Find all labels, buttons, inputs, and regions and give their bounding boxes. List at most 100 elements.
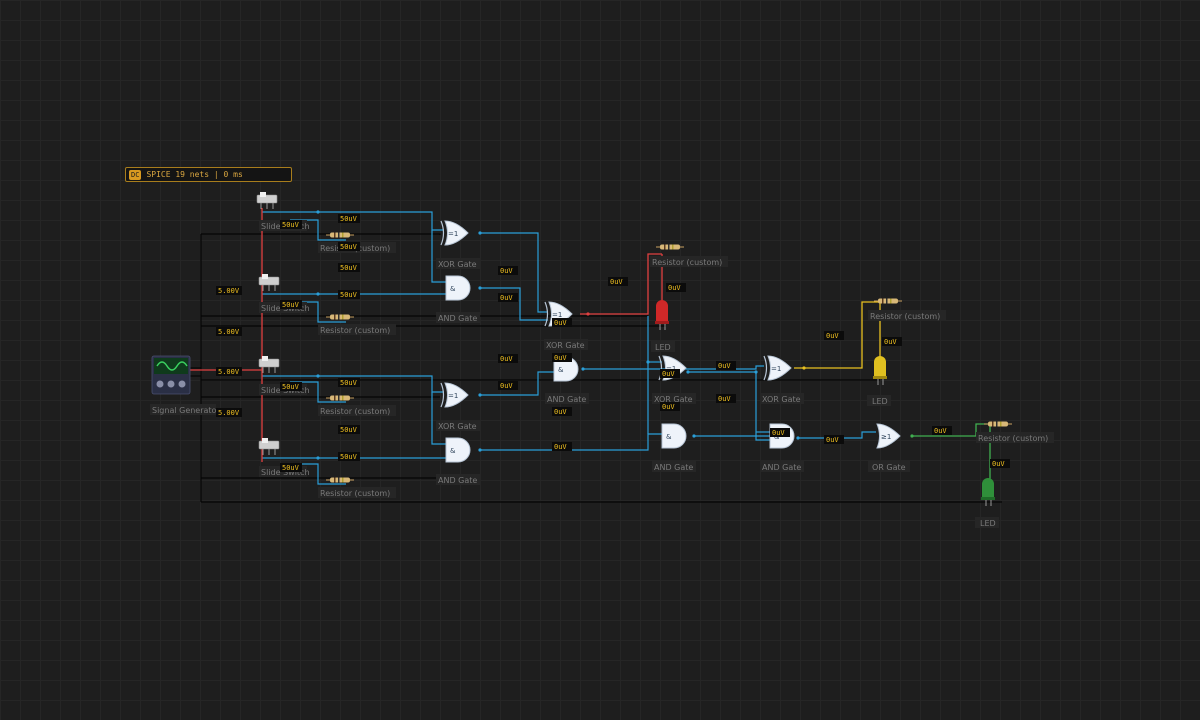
svg-text:Resistor (custom): Resistor (custom) bbox=[652, 258, 722, 267]
voltage-label: 50uV bbox=[338, 378, 360, 387]
voltage-label: 0uV bbox=[552, 318, 572, 327]
led-label-green: LED bbox=[975, 517, 999, 528]
svg-text:AND Gate: AND Gate bbox=[438, 476, 477, 485]
resistor-label-6: Resistor (custom) bbox=[868, 310, 946, 321]
svg-text:Resistor (custom): Resistor (custom) bbox=[870, 312, 940, 321]
red-wires[interactable] bbox=[190, 208, 663, 462]
voltage-label: 0uV bbox=[882, 337, 902, 346]
voltage-label: 5.00V bbox=[216, 286, 242, 295]
voltage-label: 0uV bbox=[824, 331, 844, 340]
voltage-label: 50uV bbox=[338, 263, 360, 272]
voltage-label: 50uV bbox=[280, 220, 302, 229]
svg-text:5.00V: 5.00V bbox=[218, 409, 240, 417]
voltage-label: 0uV bbox=[666, 283, 686, 292]
gate-symbol: & bbox=[666, 433, 672, 441]
svg-text:OR Gate: OR Gate bbox=[872, 463, 906, 472]
svg-text:50uV: 50uV bbox=[282, 221, 300, 229]
voltage-label: 0uV bbox=[932, 426, 952, 435]
voltage-label: 50uV bbox=[280, 463, 302, 472]
voltage-label: 0uV bbox=[552, 442, 572, 451]
gate-symbol: =1 bbox=[771, 365, 781, 373]
resistor-label-2: Resistor (custom) bbox=[318, 324, 396, 335]
svg-text:0uV: 0uV bbox=[884, 338, 897, 346]
svg-text:0uV: 0uV bbox=[992, 460, 1005, 468]
voltage-label: 50uV bbox=[280, 300, 302, 309]
svg-text:XOR Gate: XOR Gate bbox=[762, 395, 801, 404]
svg-text:AND Gate: AND Gate bbox=[438, 314, 477, 323]
voltage-label: 0uV bbox=[770, 428, 790, 437]
gate-symbol: & bbox=[558, 366, 564, 374]
svg-text:0uV: 0uV bbox=[554, 408, 567, 416]
status-text: SPICE 19 nets | 0 ms bbox=[146, 170, 243, 179]
resistor-6[interactable] bbox=[873, 298, 903, 304]
and-gate-label-2: AND Gate bbox=[436, 474, 480, 485]
resistor-2[interactable] bbox=[325, 314, 355, 320]
svg-text:LED: LED bbox=[655, 343, 671, 352]
voltage-label: 0uV bbox=[660, 402, 680, 411]
svg-text:0uV: 0uV bbox=[718, 395, 731, 403]
led-label-red: LED bbox=[651, 341, 675, 352]
voltage-label: 0uV bbox=[498, 293, 518, 302]
resistor-1[interactable] bbox=[325, 232, 355, 238]
svg-text:Resistor (custom): Resistor (custom) bbox=[978, 434, 1048, 443]
gate-symbol: & bbox=[450, 447, 456, 455]
svg-text:0uV: 0uV bbox=[500, 382, 513, 390]
led-yellow[interactable] bbox=[873, 356, 887, 385]
resistor-5[interactable] bbox=[655, 244, 685, 250]
svg-text:0uV: 0uV bbox=[772, 429, 785, 437]
voltage-label: 50uV bbox=[338, 242, 360, 251]
svg-text:0uV: 0uV bbox=[662, 370, 675, 378]
voltage-label: 5.00V bbox=[216, 327, 242, 336]
svg-text:5.00V: 5.00V bbox=[218, 368, 240, 376]
svg-text:0uV: 0uV bbox=[554, 443, 567, 451]
svg-text:0uV: 0uV bbox=[826, 332, 839, 340]
gate-symbol: & bbox=[450, 285, 456, 293]
svg-text:XOR Gate: XOR Gate bbox=[438, 260, 477, 269]
resistor-7[interactable] bbox=[983, 421, 1013, 427]
svg-text:Resistor (custom): Resistor (custom) bbox=[320, 407, 390, 416]
svg-text:0uV: 0uV bbox=[500, 267, 513, 275]
svg-text:XOR Gate: XOR Gate bbox=[438, 422, 477, 431]
resistor-label-3: Resistor (custom) bbox=[318, 405, 396, 416]
svg-text:AND Gate: AND Gate bbox=[654, 463, 693, 472]
svg-text:5.00V: 5.00V bbox=[218, 287, 240, 295]
resistor-label-4: Resistor (custom) bbox=[318, 487, 396, 498]
svg-text:Resistor (custom): Resistor (custom) bbox=[320, 326, 390, 335]
voltage-label: 0uV bbox=[498, 266, 518, 275]
colored-junctions bbox=[586, 312, 914, 438]
resistor-label-5: Resistor (custom) bbox=[650, 256, 728, 267]
dc-mode-badge[interactable]: DC bbox=[129, 169, 142, 180]
svg-text:0uV: 0uV bbox=[826, 436, 839, 444]
svg-text:50uV: 50uV bbox=[340, 243, 358, 251]
signal-generator[interactable] bbox=[151, 355, 191, 395]
svg-text:XOR Gate: XOR Gate bbox=[546, 341, 585, 350]
slide-switch-1[interactable] bbox=[256, 191, 278, 210]
xor-gate-label-2: XOR Gate bbox=[436, 420, 480, 431]
svg-text:0uV: 0uV bbox=[500, 355, 513, 363]
voltage-label: 50uV bbox=[338, 425, 360, 434]
voltage-label: 0uV bbox=[552, 353, 572, 362]
svg-text:AND Gate: AND Gate bbox=[547, 395, 586, 404]
voltage-label: 0uV bbox=[608, 277, 628, 286]
svg-text:0uV: 0uV bbox=[668, 284, 681, 292]
simulation-status-bar[interactable]: DC SPICE 19 nets | 0 ms bbox=[125, 167, 292, 182]
svg-text:0uV: 0uV bbox=[554, 319, 567, 327]
signal-generator-label: Signal Generator bbox=[150, 404, 220, 415]
and-gate-label-5: AND Gate bbox=[760, 461, 804, 472]
svg-text:5.00V: 5.00V bbox=[218, 328, 240, 336]
svg-text:50uV: 50uV bbox=[340, 453, 358, 461]
svg-text:Resistor (custom): Resistor (custom) bbox=[320, 489, 390, 498]
voltage-label: 0uV bbox=[824, 435, 844, 444]
resistor-3[interactable] bbox=[325, 395, 355, 401]
voltage-label: 0uV bbox=[716, 361, 736, 370]
voltage-label: 50uV bbox=[280, 382, 302, 391]
or-gate-label: OR Gate bbox=[868, 461, 910, 472]
svg-text:0uV: 0uV bbox=[934, 427, 947, 435]
circuit-canvas[interactable]: =1 & =1 & =1 & =1 & =1 & ≥1 Slide Switch… bbox=[0, 0, 1200, 720]
svg-text:AND Gate: AND Gate bbox=[762, 463, 801, 472]
svg-text:50uV: 50uV bbox=[282, 464, 300, 472]
svg-text:0uV: 0uV bbox=[718, 362, 731, 370]
gate-symbol: ≥1 bbox=[881, 433, 891, 441]
voltage-label: 0uV bbox=[990, 459, 1010, 468]
voltage-label: 5.00V bbox=[216, 367, 242, 376]
